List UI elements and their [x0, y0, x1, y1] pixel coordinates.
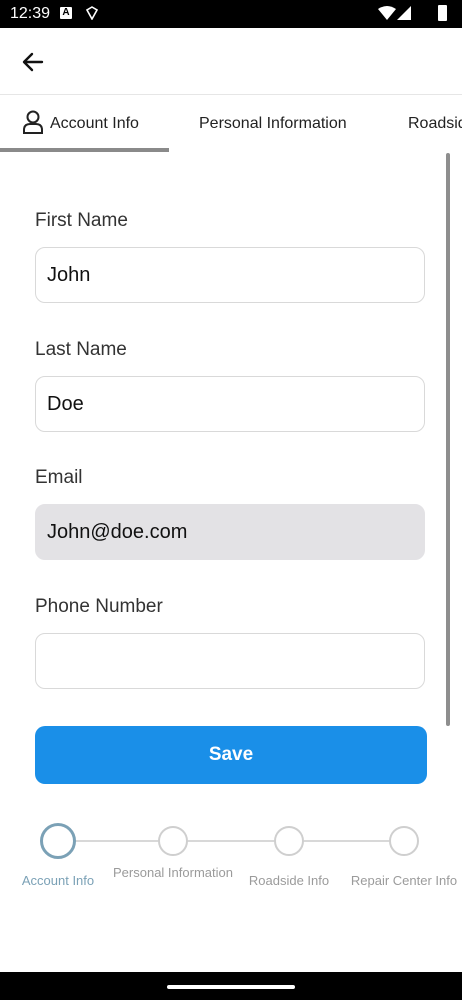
first-name-input[interactable] [36, 248, 424, 302]
signal-icon [397, 6, 411, 25]
tab-account-info[interactable]: Account Info [22, 95, 139, 153]
accessibility-icon: A [60, 7, 72, 19]
step-label-repair-center-info: Repair Center Info [350, 873, 458, 888]
save-button[interactable]: Save [35, 726, 427, 784]
phone-number-label: Phone Number [35, 596, 163, 617]
active-tab-indicator [0, 148, 169, 152]
home-indicator[interactable] [167, 985, 295, 989]
step-label-account-info: Account Info [21, 873, 95, 888]
shield-icon [85, 6, 99, 25]
email-field [35, 504, 425, 560]
first-name-field[interactable] [35, 247, 425, 303]
step-circle-account-info[interactable] [40, 823, 76, 859]
arrow-left-icon [22, 52, 44, 72]
tab-label: Personal Information [199, 115, 347, 132]
first-name-label: First Name [35, 210, 128, 231]
step-circle-repair-center-info[interactable] [389, 826, 419, 856]
tab-label: Account Info [50, 115, 139, 132]
status-time: 12:39 [10, 5, 51, 22]
step-label-roadside-info: Roadside Info [248, 873, 330, 888]
stepper-line [58, 840, 404, 842]
wifi-icon [378, 6, 396, 25]
email-input [36, 505, 424, 559]
last-name-field[interactable] [35, 376, 425, 432]
navigation-bar [0, 972, 462, 1000]
email-label: Email [35, 467, 83, 488]
battery-icon [438, 5, 447, 21]
tab-personal-information[interactable]: Personal Information [199, 95, 347, 153]
last-name-input[interactable] [36, 377, 424, 431]
step-label-personal-information: Personal Information [113, 865, 233, 880]
tab-label: Roadside Info [408, 115, 462, 132]
tab-bar: Account Info Personal Information Roadsi… [0, 95, 462, 153]
tab-roadside-info[interactable]: Roadside Info [408, 95, 462, 153]
step-circle-personal-information[interactable] [158, 826, 188, 856]
scrollbar[interactable] [446, 153, 450, 726]
phone-number-input[interactable] [36, 634, 424, 688]
step-circle-roadside-info[interactable] [274, 826, 304, 856]
back-button[interactable] [18, 48, 48, 76]
person-icon [22, 110, 44, 139]
last-name-label: Last Name [35, 339, 127, 360]
phone-number-field[interactable] [35, 633, 425, 689]
app-bar [0, 28, 462, 95]
status-bar: 12:39 A [0, 0, 462, 28]
